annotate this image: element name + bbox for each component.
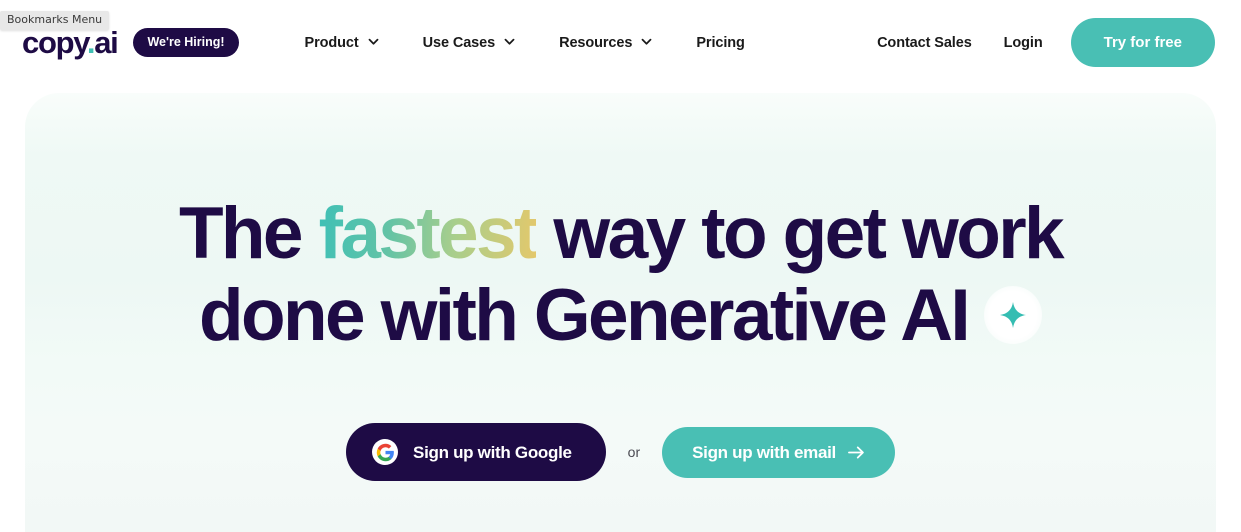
logo-text-primary: copy bbox=[22, 25, 88, 60]
hero-section: The fastest way to get work done with Ge… bbox=[25, 93, 1216, 532]
arrow-right-icon bbox=[848, 445, 865, 460]
nav-item-pricing[interactable]: Pricing bbox=[674, 35, 766, 51]
or-separator: or bbox=[627, 444, 641, 460]
google-g-icon bbox=[372, 439, 399, 465]
headline-line-1: The fastest way to get work bbox=[178, 193, 1065, 274]
google-button-label: Sign up with Google bbox=[413, 442, 572, 462]
sign-up-with-email-button[interactable]: Sign up with email bbox=[662, 426, 895, 478]
nav-label-use-cases: Use Cases bbox=[422, 34, 496, 51]
were-hiring-badge[interactable]: We're Hiring! bbox=[133, 27, 239, 58]
copy-ai-logo[interactable]: copy.ai bbox=[22, 25, 119, 60]
bookmarks-menu-tooltip: Bookmarks Menu bbox=[0, 11, 110, 31]
try-for-free-button[interactable]: Try for free bbox=[1070, 18, 1215, 67]
headline-text-the: The bbox=[178, 193, 319, 274]
nav-item-resources[interactable]: Resources bbox=[537, 35, 674, 51]
header-actions: Contact Sales Login Try for free bbox=[877, 18, 1241, 67]
logo-text-secondary: ai bbox=[94, 25, 119, 60]
nav-item-product[interactable]: Product bbox=[283, 35, 401, 51]
primary-navigation: Product Use Cases Resources Pricing bbox=[283, 35, 767, 51]
contact-sales-link[interactable]: Contact Sales bbox=[877, 35, 972, 51]
sparkle-icon bbox=[984, 286, 1043, 345]
cta-row: Sign up with Google or Sign up with emai… bbox=[25, 423, 1216, 481]
nav-label-product: Product bbox=[304, 34, 359, 51]
email-button-label: Sign up with email bbox=[692, 442, 836, 462]
site-header: copy.ai We're Hiring! Product Use Cases … bbox=[0, 0, 1241, 85]
login-link[interactable]: Login bbox=[1004, 35, 1043, 51]
chevron-down-icon bbox=[368, 36, 379, 47]
nav-label-resources: Resources bbox=[559, 34, 633, 51]
headline-line-2: done with Generative AI bbox=[198, 275, 971, 357]
chevron-down-icon bbox=[641, 36, 652, 47]
sign-up-with-google-button[interactable]: Sign up with Google bbox=[346, 423, 606, 481]
headline-highlight-fastest: fastest bbox=[318, 193, 539, 274]
chevron-down-icon bbox=[504, 36, 515, 47]
nav-item-use-cases[interactable]: Use Cases bbox=[401, 35, 537, 51]
nav-label-pricing: Pricing bbox=[696, 34, 745, 51]
brand-area: copy.ai We're Hiring! bbox=[22, 27, 239, 58]
headline-text-way-to-get-work: way to get work bbox=[535, 193, 1064, 274]
page-title: The fastest way to get work done with Ge… bbox=[25, 193, 1216, 358]
page-root: copy.ai We're Hiring! Product Use Cases … bbox=[0, 0, 1241, 532]
